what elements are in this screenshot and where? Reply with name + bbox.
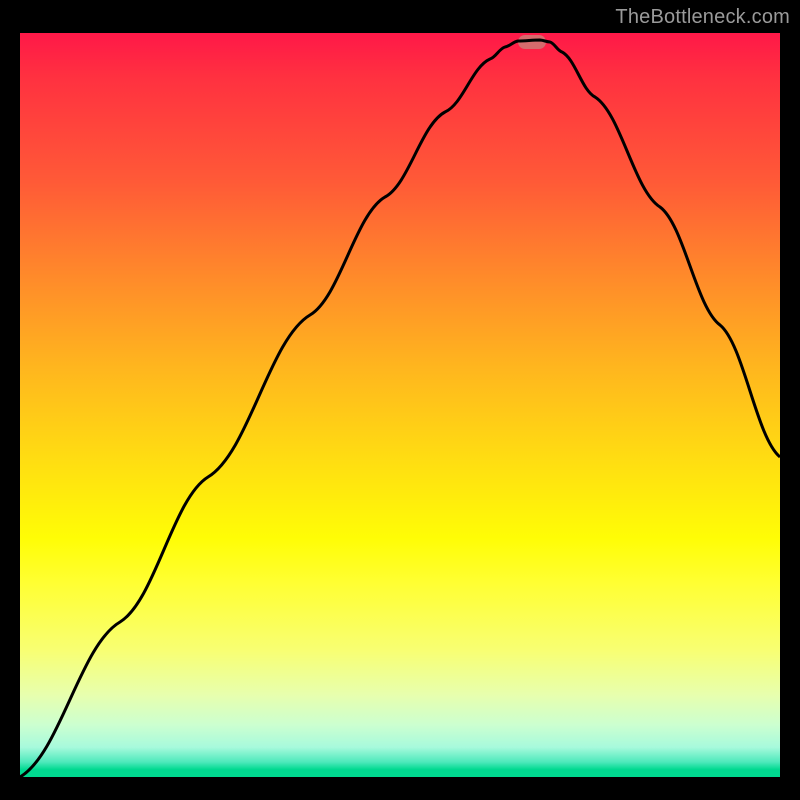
- chart-frame: TheBottleneck.com: [0, 0, 800, 800]
- curve-path: [20, 40, 780, 777]
- bottleneck-curve: [20, 33, 780, 777]
- watermark-text: TheBottleneck.com: [615, 6, 790, 29]
- plot-area: [20, 33, 780, 777]
